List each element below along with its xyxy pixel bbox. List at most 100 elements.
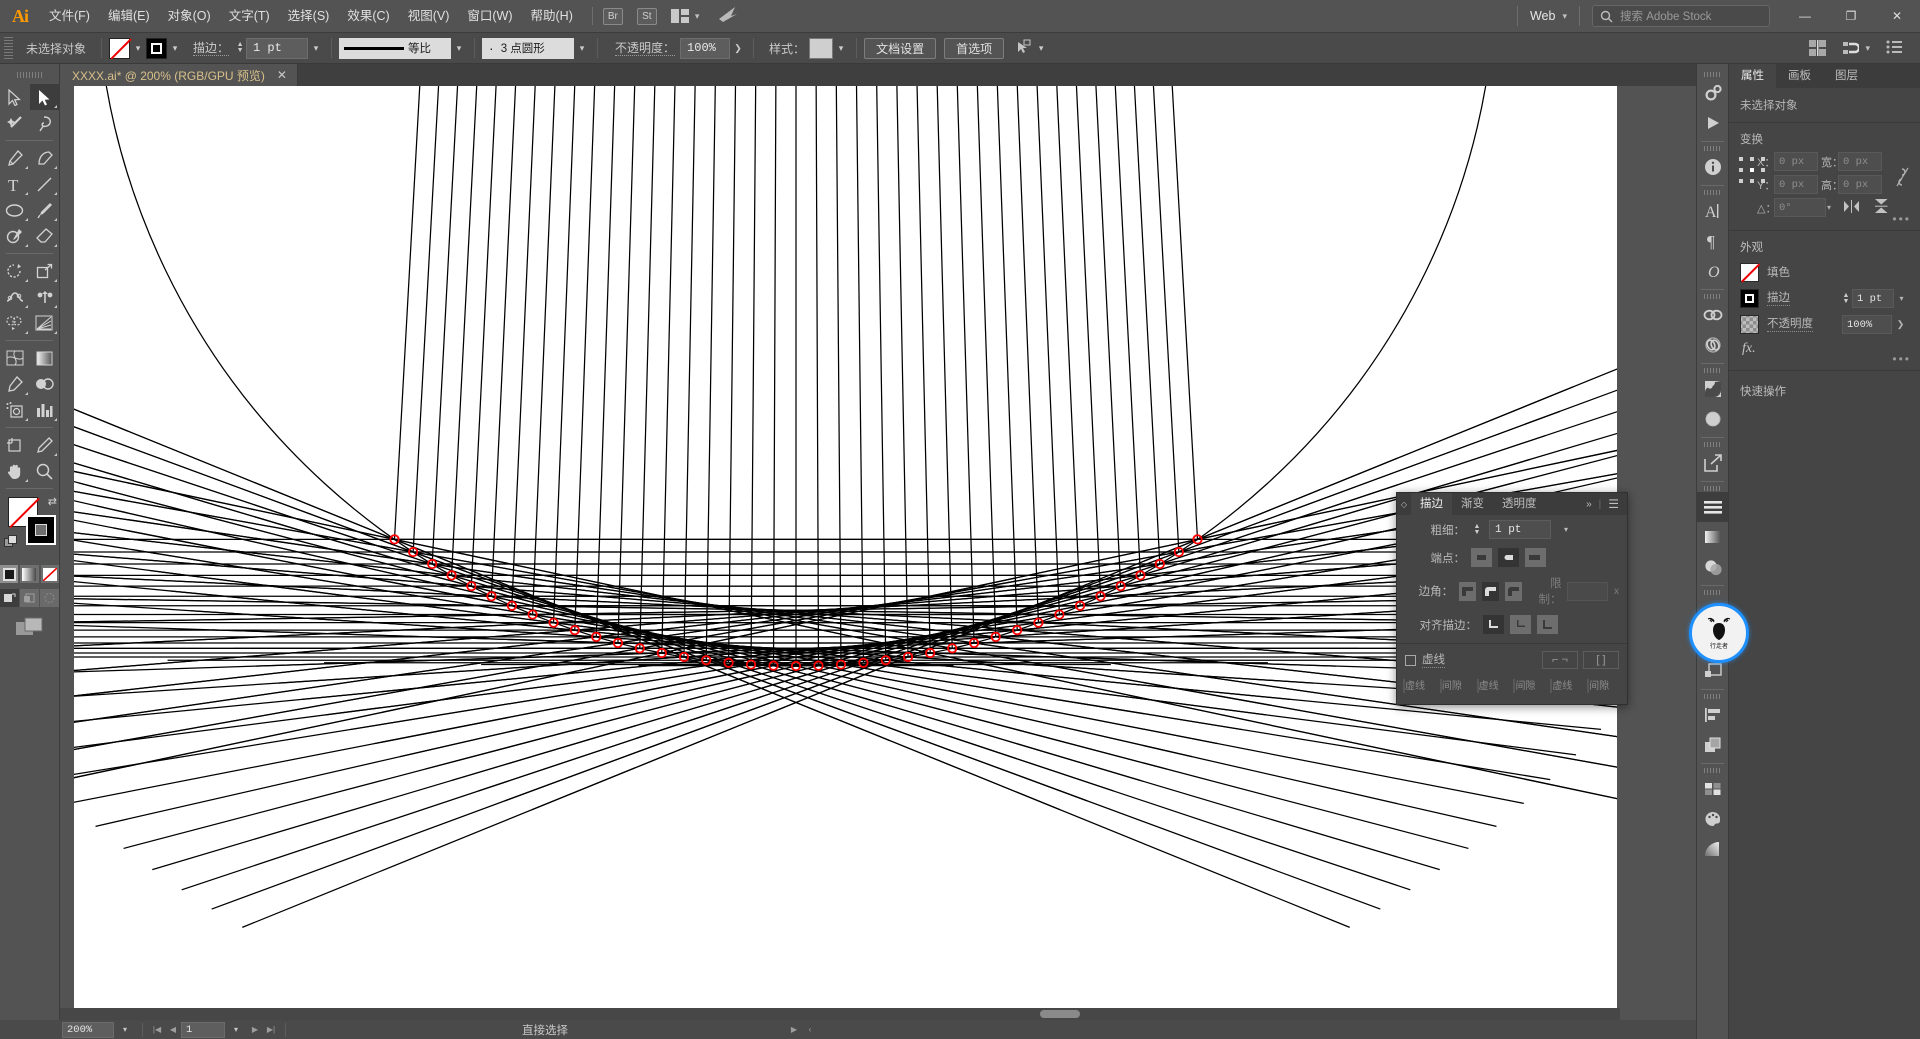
eraser-tool[interactable] bbox=[30, 223, 60, 249]
next-artboard-button[interactable]: ▶ bbox=[247, 1022, 263, 1038]
bevel-join-icon[interactable] bbox=[1504, 581, 1522, 601]
paintbrush-tool[interactable] bbox=[30, 197, 60, 223]
ellipse-tool[interactable] bbox=[0, 197, 30, 223]
properties-icon[interactable] bbox=[1697, 78, 1729, 108]
bridge-button[interactable]: Br bbox=[602, 7, 623, 25]
menu-edit[interactable]: 编辑(E) bbox=[99, 0, 159, 32]
document-setup-button[interactable]: 文档设置 bbox=[864, 37, 937, 59]
appearance-opacity-label[interactable]: 不透明度 bbox=[1767, 317, 1813, 332]
align-objects-icon[interactable] bbox=[1809, 39, 1827, 57]
panel-collapse-icon[interactable]: ◇ bbox=[1397, 500, 1411, 509]
style-chevron-down-icon[interactable]: ▾ bbox=[833, 38, 849, 59]
opacity-label[interactable]: 不透明度： bbox=[615, 41, 676, 56]
tab-gradient[interactable]: 渐变 bbox=[1452, 493, 1493, 515]
arrange-objects-icon[interactable] bbox=[1843, 40, 1861, 56]
align-outside-icon[interactable] bbox=[1537, 615, 1558, 634]
rail-group-grip[interactable] bbox=[1703, 486, 1722, 491]
appearance-fill-swatch[interactable] bbox=[1740, 263, 1759, 282]
menu-type[interactable]: 文字(T) bbox=[220, 0, 279, 32]
direct-selection-tool[interactable] bbox=[29, 84, 59, 110]
round-cap-icon[interactable] bbox=[1498, 548, 1519, 567]
arrange-documents-button[interactable]: ▾ bbox=[670, 9, 699, 23]
tab-artboards[interactable]: 画板 bbox=[1776, 64, 1823, 88]
menu-select[interactable]: 选择(S) bbox=[279, 0, 339, 32]
type-tool[interactable]: T bbox=[0, 171, 30, 197]
hand-tool[interactable] bbox=[0, 458, 30, 484]
links-icon[interactable] bbox=[1697, 300, 1729, 330]
menu-window[interactable]: 窗口(W) bbox=[458, 0, 521, 32]
color-icon[interactable] bbox=[1697, 804, 1729, 834]
appearance-icon[interactable] bbox=[1697, 552, 1729, 582]
opacity-expand-icon[interactable]: ❯ bbox=[730, 38, 746, 59]
opacity-expand-icon[interactable]: ❯ bbox=[1892, 319, 1909, 330]
angle-input[interactable]: 0° bbox=[1773, 198, 1826, 217]
round-join-icon[interactable] bbox=[1482, 581, 1499, 601]
paragraph-icon[interactable]: ¶ bbox=[1697, 226, 1729, 256]
artboard[interactable] bbox=[60, 86, 1620, 1010]
shape-builder-tool[interactable] bbox=[0, 310, 30, 336]
info-icon[interactable] bbox=[1697, 152, 1729, 182]
tab-properties[interactable]: 属性 bbox=[1729, 64, 1776, 88]
zoom-level-input[interactable]: 200% bbox=[62, 1021, 114, 1038]
prev-artboard-button[interactable]: ◀ bbox=[165, 1022, 181, 1038]
workspace-switcher[interactable]: Web ▾ bbox=[1518, 9, 1579, 23]
panel-menu-icon[interactable]: ☰ bbox=[1608, 497, 1619, 511]
flip-vertical-icon[interactable] bbox=[1874, 199, 1889, 216]
width-profile-chevron-down-icon[interactable]: ▾ bbox=[451, 38, 467, 59]
menu-effect[interactable]: 效果(C) bbox=[338, 0, 398, 32]
stock-button[interactable]: St bbox=[636, 7, 657, 25]
align-icon[interactable] bbox=[1697, 700, 1729, 730]
x-input[interactable]: 0 px bbox=[1773, 152, 1818, 171]
angle-chevron-down-icon[interactable]: ▾ bbox=[1827, 203, 1831, 212]
last-artboard-button[interactable]: ▶| bbox=[263, 1022, 279, 1038]
selection-tool[interactable] bbox=[0, 84, 30, 110]
variable-width-profile-dropdown[interactable]: 等比 bbox=[339, 37, 452, 59]
default-fill-stroke-icon[interactable] bbox=[4, 535, 17, 548]
menu-file[interactable]: 文件(F) bbox=[40, 0, 99, 32]
layers-icon[interactable] bbox=[1697, 492, 1729, 522]
blend-tool[interactable] bbox=[30, 371, 60, 397]
status-expand-icon[interactable]: ▶ bbox=[786, 1022, 802, 1038]
tab-transparency[interactable]: 透明度 bbox=[1493, 493, 1546, 515]
rail-group-grip[interactable] bbox=[1703, 590, 1722, 595]
gradient-icon[interactable] bbox=[1697, 522, 1729, 552]
stroke-weight-chevron-down-icon[interactable]: ▾ bbox=[308, 38, 324, 59]
image-trace-icon[interactable] bbox=[1697, 374, 1729, 404]
constrain-proportions-icon[interactable] bbox=[1895, 166, 1910, 191]
rail-group-grip[interactable] bbox=[1703, 442, 1722, 447]
w-input[interactable]: 0 px bbox=[1837, 152, 1882, 171]
select-similar-objects-icon[interactable] bbox=[1016, 39, 1033, 57]
document-tab[interactable]: XXXX.ai* @ 200% (RGB/GPU 预览) ✕ bbox=[60, 64, 298, 86]
document-list-icon[interactable] bbox=[1886, 40, 1904, 56]
horizontal-scrollbar[interactable] bbox=[60, 1008, 1620, 1020]
slice-tool[interactable] bbox=[30, 432, 60, 458]
h-input[interactable]: 0 px bbox=[1837, 175, 1882, 194]
tab-stroke[interactable]: 描边 bbox=[1411, 493, 1452, 515]
cc-libraries-icon[interactable] bbox=[1697, 330, 1729, 360]
rail-grip[interactable] bbox=[1703, 72, 1722, 77]
opacity-input[interactable]: 100% bbox=[680, 37, 731, 59]
stroke-weight-chevron-down-icon[interactable]: ▾ bbox=[1557, 525, 1575, 534]
tools-panel-grip[interactable] bbox=[16, 72, 43, 78]
lasso-tool[interactable] bbox=[30, 110, 60, 136]
dash-stretch-icon[interactable]: [ ] bbox=[1583, 651, 1619, 669]
zoom-tool[interactable] bbox=[30, 458, 60, 484]
rotate-tool[interactable] bbox=[0, 258, 30, 284]
fill-swatch[interactable] bbox=[109, 37, 131, 59]
stroke-weight-stepper[interactable]: ▲ ▼ bbox=[234, 38, 246, 59]
brush-chevron-down-icon[interactable]: ▾ bbox=[574, 38, 590, 59]
gradient-tool[interactable] bbox=[30, 345, 60, 371]
graphic-style-swatch[interactable] bbox=[809, 37, 834, 59]
align-inside-icon[interactable] bbox=[1510, 615, 1531, 634]
status-collapse-icon[interactable]: ‹ bbox=[802, 1022, 818, 1038]
opentype-icon[interactable]: O bbox=[1697, 256, 1729, 286]
miter-join-icon[interactable] bbox=[1459, 581, 1477, 601]
none-mode-button[interactable] bbox=[40, 565, 59, 583]
effects-fx-button[interactable]: fx. bbox=[1729, 337, 1920, 361]
artboard-tool[interactable] bbox=[0, 432, 30, 458]
gradient-mode-button[interactable] bbox=[20, 565, 39, 583]
appearance-stroke-input[interactable]: 1 pt bbox=[1852, 289, 1894, 308]
flip-horizontal-icon[interactable] bbox=[1844, 199, 1859, 216]
reference-point-icon[interactable] bbox=[1739, 157, 1765, 183]
menu-object[interactable]: 对象(O) bbox=[159, 0, 220, 32]
